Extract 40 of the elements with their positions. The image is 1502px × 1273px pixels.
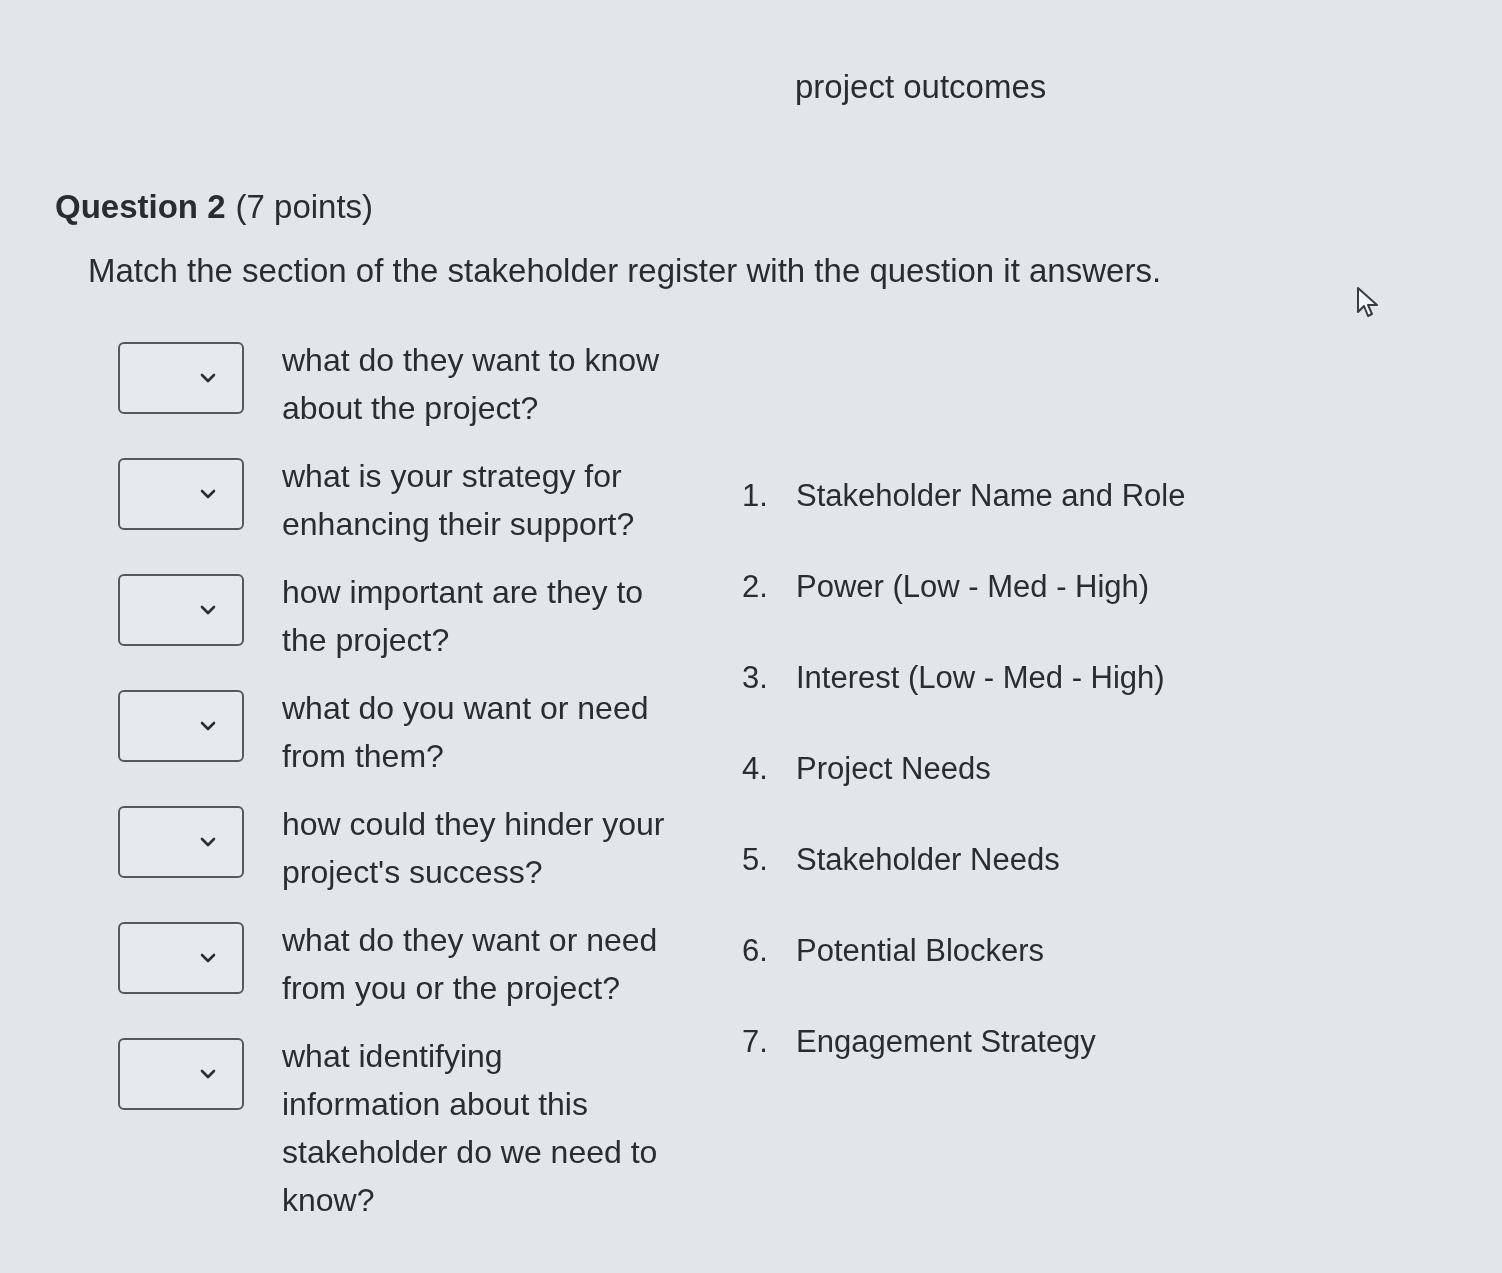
option-label: Stakeholder Name and Role bbox=[796, 477, 1186, 515]
option-number: 5. bbox=[742, 841, 769, 879]
chevron-down-icon bbox=[200, 953, 216, 963]
answer-dropdown[interactable] bbox=[118, 922, 244, 994]
matching-prompt: what do you want or need from them? bbox=[282, 689, 650, 776]
option-label: Project Needs bbox=[796, 750, 991, 788]
answer-dropdown[interactable] bbox=[118, 690, 244, 762]
chevron-down-icon bbox=[200, 1069, 216, 1079]
question-points: (7 points) bbox=[235, 187, 374, 227]
option-label: Interest (Low - Med - High) bbox=[796, 659, 1165, 697]
page-title: project outcomes bbox=[795, 67, 1047, 107]
answer-dropdown[interactable] bbox=[118, 1038, 244, 1110]
option-label: Potential Blockers bbox=[796, 932, 1045, 970]
answer-dropdown[interactable] bbox=[118, 806, 244, 878]
chevron-down-icon bbox=[200, 489, 216, 499]
matching-prompt: how important are they to the project? bbox=[282, 573, 645, 660]
question-instruction: Match the section of the stakeholder register with the question it answers. bbox=[88, 251, 1162, 291]
mouse-pointer-icon bbox=[1356, 286, 1380, 318]
matching-prompt: what do they want to know about the project? bbox=[282, 341, 661, 428]
chevron-down-icon bbox=[200, 837, 216, 847]
answer-dropdown[interactable] bbox=[118, 458, 244, 530]
chevron-down-icon bbox=[200, 605, 216, 615]
matching-prompt: what do they want or need from you or the project? bbox=[282, 921, 659, 1008]
matching-prompt: what identifying information about this stakeholder do we need to know? bbox=[282, 1037, 659, 1220]
option-number: 4. bbox=[742, 750, 769, 788]
option-number: 2. bbox=[742, 568, 769, 606]
matching-prompt: what is your strategy for enhancing their support? bbox=[282, 457, 636, 544]
chevron-down-icon bbox=[200, 721, 216, 731]
question-title: Question 2 bbox=[55, 187, 226, 227]
answer-dropdown[interactable] bbox=[118, 574, 244, 646]
option-number: 7. bbox=[742, 1023, 769, 1061]
option-number: 3. bbox=[742, 659, 769, 697]
matching-prompt: how could they hinder your project's success? bbox=[282, 805, 666, 892]
option-label: Stakeholder Needs bbox=[796, 841, 1060, 879]
answer-dropdown[interactable] bbox=[118, 342, 244, 414]
option-label: Engagement Strategy bbox=[796, 1023, 1096, 1061]
chevron-down-icon bbox=[200, 373, 216, 383]
option-number: 1. bbox=[742, 477, 769, 515]
option-number: 6. bbox=[742, 932, 769, 970]
option-label: Power (Low - Med - High) bbox=[796, 568, 1150, 606]
